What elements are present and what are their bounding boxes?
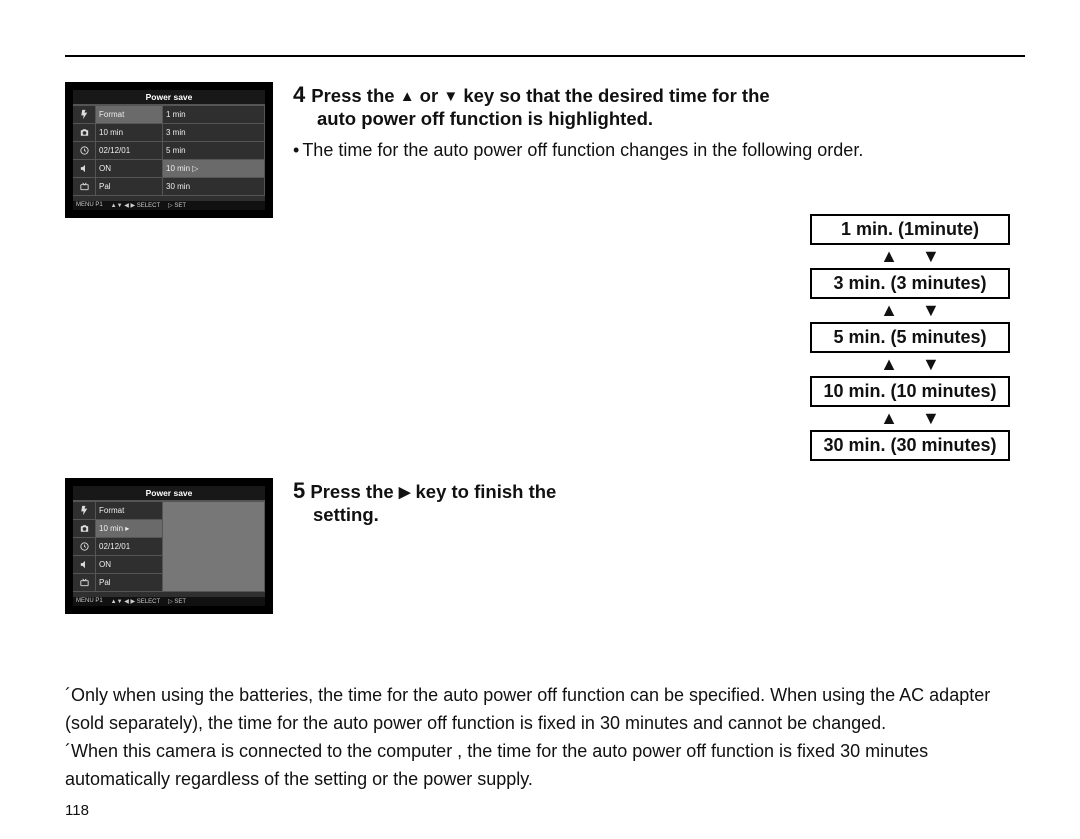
flash-icon — [73, 106, 96, 124]
right-arrow-icon: ▷ — [192, 164, 198, 173]
screen1-title: Power save — [73, 90, 265, 105]
screen2-row0-left: Format — [96, 502, 163, 520]
sound-icon — [73, 160, 96, 178]
flash-icon — [73, 502, 96, 520]
down-triangle-icon: ▼ — [443, 88, 458, 105]
seq-arrows-4: ▲▼ — [810, 408, 1010, 429]
note-1: ´Only when using the batteries, the time… — [65, 682, 1025, 738]
note-2: ´When this camera is connected to the co… — [65, 738, 1025, 794]
screen1-row0-right: 1 min — [163, 106, 265, 124]
step5-heading: 5 Press the ▶ key to finish the setting. — [293, 478, 693, 526]
seq-arrows-2: ▲▼ — [810, 300, 1010, 321]
screen2-row4-left: Pal — [96, 574, 163, 592]
seq-arrows-1: ▲▼ — [810, 246, 1010, 267]
screen1-row4-right: 30 min — [163, 178, 265, 196]
screen2-title: Power save — [73, 486, 265, 501]
seq-30min: 30 min. (30 minutes) — [810, 430, 1010, 461]
screen1-row0-left: Format — [96, 106, 163, 124]
clock-icon — [73, 538, 96, 556]
step4-note: •The time for the auto power off functio… — [293, 138, 1025, 162]
horizontal-rule — [65, 55, 1025, 57]
right-arrow-icon: ▸ — [125, 524, 129, 533]
time-sequence: 1 min. (1minute) ▲▼ 3 min. (3 minutes) ▲… — [810, 214, 1010, 461]
screen1-footer: MENU P1 ▲▼ ◀ ▶ SELECT ▷ SET — [73, 201, 265, 210]
screen2-right-panel — [163, 502, 265, 592]
tv-icon — [73, 178, 96, 196]
sound-icon — [73, 556, 96, 574]
screen1-row3-right: 10 min ▷ — [163, 160, 265, 178]
screen1-row2-left: 02/12/01 — [96, 142, 163, 160]
seq-1min: 1 min. (1minute) — [810, 214, 1010, 245]
camera-icon — [73, 520, 96, 538]
page-number: 118 — [65, 802, 1025, 819]
right-triangle-icon: ▶ — [399, 484, 411, 501]
screen1-row4-left: Pal — [96, 178, 163, 196]
screen1-row3-left: ON — [96, 160, 163, 178]
step4-heading: 4Press the ▲ or ▼ key so that the desire… — [293, 82, 1025, 130]
screen1-row2-right: 5 min — [163, 142, 265, 160]
seq-5min: 5 min. (5 minutes) — [810, 322, 1010, 353]
seq-arrows-3: ▲▼ — [810, 354, 1010, 375]
seq-3min: 3 min. (3 minutes) — [810, 268, 1010, 299]
screen2-footer: MENU P1 ▲▼ ◀ ▶ SELECT ▷ SET — [73, 597, 265, 606]
screen1-row1-left: 10 min — [96, 124, 163, 142]
up-triangle-icon: ▲ — [400, 88, 415, 105]
screen2-row1-left: 10 min ▸ — [96, 520, 163, 538]
screen1-row1-right: 3 min — [163, 124, 265, 142]
screen2-row2-left: 02/12/01 — [96, 538, 163, 556]
clock-icon — [73, 142, 96, 160]
lcd-screenshot-1: Power save Format 1 min 10 min 3 min — [65, 82, 273, 218]
lcd-screenshot-2: Power save Format 10 min ▸ — [65, 478, 273, 614]
tv-icon — [73, 574, 96, 592]
screen2-row3-left: ON — [96, 556, 163, 574]
seq-10min: 10 min. (10 minutes) — [810, 376, 1010, 407]
footnotes: ´Only when using the batteries, the time… — [65, 682, 1025, 794]
camera-icon — [73, 124, 96, 142]
